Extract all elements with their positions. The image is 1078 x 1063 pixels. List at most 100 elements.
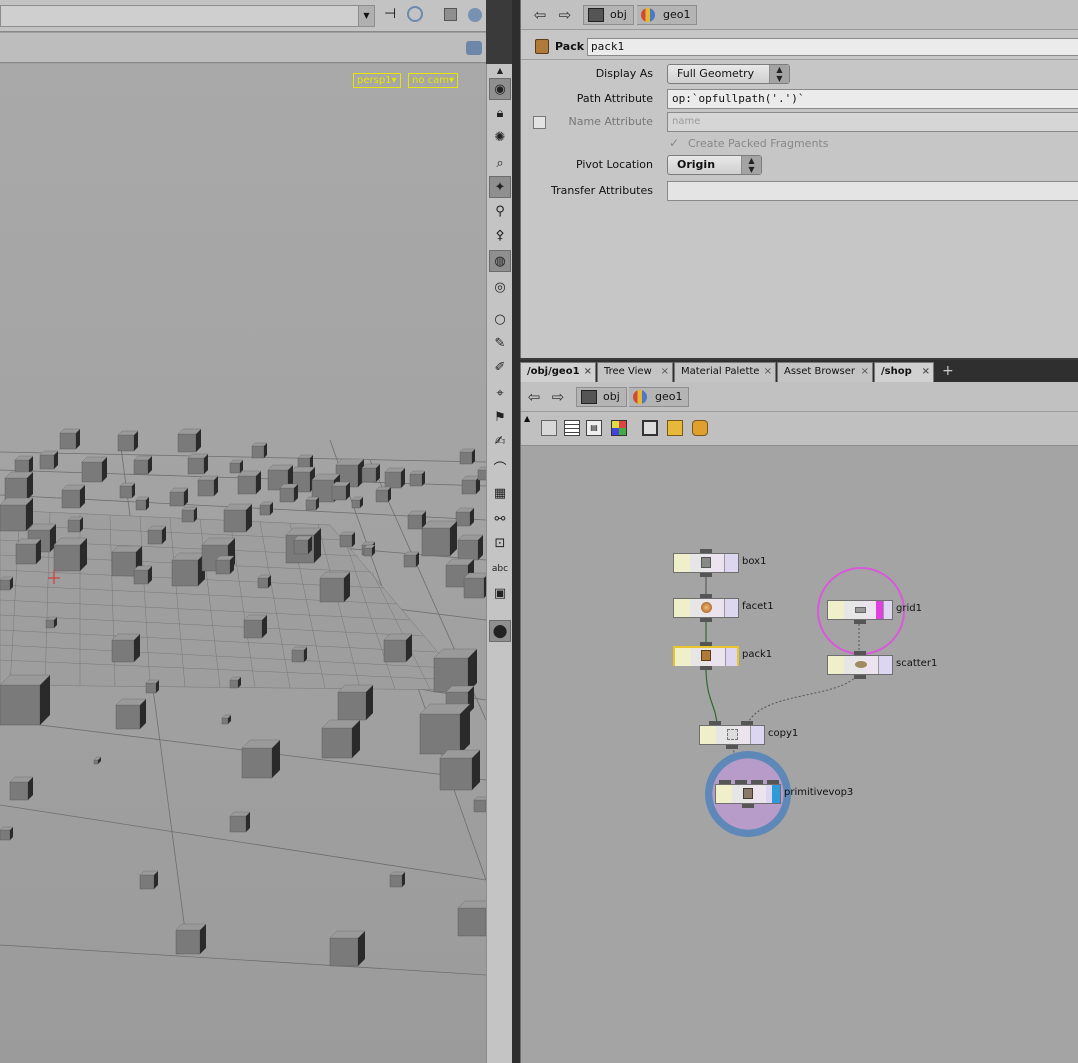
node-pack1[interactable]: pack1 <box>673 642 803 670</box>
output-connector[interactable] <box>854 675 866 679</box>
cube-front <box>439 757 473 791</box>
node-label: pack1 <box>742 649 773 660</box>
light-point-icon[interactable]: ⚲ <box>489 200 511 222</box>
scene-view-icon[interactable] <box>468 8 482 22</box>
cube-front <box>139 874 155 890</box>
chevron-down-icon[interactable]: ▼ <box>358 6 374 26</box>
brush-icon[interactable]: ✎ <box>489 332 511 354</box>
output-connector[interactable] <box>742 804 754 808</box>
cube-front <box>321 727 353 759</box>
tab-asset-browser[interactable]: Asset Browser × <box>777 362 873 382</box>
lock-icon[interactable]: 🔒︎ <box>489 102 511 124</box>
cube-front <box>45 619 55 629</box>
node-facet1[interactable]: facet1 <box>673 594 803 622</box>
cube-front <box>177 433 197 453</box>
text-abc-icon[interactable]: abc <box>489 558 511 580</box>
cube-front <box>409 473 423 487</box>
transfer-attributes-field[interactable] <box>667 181 1078 201</box>
name-attribute-label: Name Attribute <box>568 115 653 128</box>
image-icon[interactable]: ▣ <box>489 582 511 604</box>
curve-icon[interactable]: ⌒ <box>489 456 511 478</box>
cube-front <box>477 469 486 481</box>
close-icon[interactable]: × <box>661 363 669 381</box>
scatter-node-icon <box>855 661 867 668</box>
grid-snap-icon[interactable]: ▦ <box>489 482 511 504</box>
output-connector[interactable] <box>726 745 738 749</box>
pin-icon[interactable]: ⊣ <box>384 6 396 22</box>
display-menu[interactable]: no cam▾ <box>408 73 459 88</box>
cube-front <box>135 499 147 511</box>
pack-node-icon[interactable] <box>535 39 549 54</box>
collapse-arrow-icon[interactable]: ▲ <box>489 66 511 75</box>
pane-separator[interactable] <box>512 0 520 1063</box>
pivot-location-menu[interactable]: Origin ▲ ▼ <box>667 155 762 175</box>
measure-icon[interactable]: ⌖ <box>489 382 511 404</box>
node-scatter1[interactable]: scatter1 <box>827 651 957 679</box>
light-spot-icon[interactable]: ⚴ <box>489 224 511 246</box>
node-box1[interactable]: box1 <box>673 549 803 577</box>
point-icon[interactable]: ○ <box>489 308 511 330</box>
tab-material-palette[interactable]: Material Palette × <box>674 362 776 382</box>
light-bulb-icon[interactable]: ✦ <box>489 176 511 198</box>
breadcrumb-obj[interactable]: obj <box>583 5 634 25</box>
viewport-dropdown[interactable] <box>0 5 375 27</box>
tab-label: Material Palette <box>681 366 760 377</box>
node-copy1[interactable]: copy1 <box>699 721 819 749</box>
network-editor[interactable]: ⇦ ⇨ obj geo1 ▲ ▤ box1 facet1 pack1 grid1… <box>520 382 1078 1063</box>
breadcrumb-geo[interactable]: geo1 <box>637 5 698 25</box>
pipette-icon[interactable]: ✐ <box>489 356 511 378</box>
add-tab-button[interactable]: + <box>942 362 954 380</box>
tab-tree-view[interactable]: Tree View × <box>597 362 673 382</box>
flag-icon[interactable]: ⚑ <box>489 406 511 428</box>
name-attribute-toggle[interactable] <box>533 116 546 129</box>
node-name-field[interactable]: pack1 <box>587 38 1078 56</box>
breadcrumb-geo-label: geo1 <box>663 8 691 21</box>
node-grid1[interactable]: grid1 <box>827 600 957 624</box>
cube-front <box>337 691 367 721</box>
output-connector[interactable] <box>700 666 712 670</box>
lasso-icon[interactable]: ⊡ <box>489 532 511 554</box>
cube-front <box>421 527 451 557</box>
tab-obj-geo1[interactable]: /obj/geo1 × <box>520 362 596 382</box>
cube-front <box>81 461 103 483</box>
output-connector[interactable] <box>700 618 712 622</box>
scene-viewport[interactable]: ▼ ⊣ ? persp1▾ no cam▾ <box>0 0 486 1063</box>
cube-front <box>251 445 265 459</box>
display-options-icon[interactable] <box>466 41 482 55</box>
transfer-attributes-label: Transfer Attributes <box>550 184 653 197</box>
close-icon[interactable]: × <box>584 363 592 381</box>
location-pin-icon[interactable]: ⬤ <box>489 620 511 642</box>
cube-front <box>243 619 263 639</box>
cube-front <box>59 432 77 450</box>
checkmark-icon[interactable]: ✓ <box>669 137 682 150</box>
cube-icon[interactable] <box>444 8 457 21</box>
cube-front <box>383 639 407 663</box>
close-icon[interactable]: × <box>764 363 772 381</box>
cube-front <box>305 499 317 511</box>
magnet-icon[interactable]: ⚯ <box>489 508 511 530</box>
tab-shop[interactable]: /shop × <box>874 362 934 382</box>
snapshot-icon[interactable]: ✺ <box>489 126 511 148</box>
path-attribute-field[interactable]: op:`opfullpath('.')` <box>667 89 1078 109</box>
visibility-eye-icon[interactable]: ◎ <box>489 276 511 298</box>
forward-arrow-icon[interactable]: ⇨ <box>555 5 575 25</box>
cube-front <box>241 747 273 779</box>
output-connector[interactable] <box>854 620 866 624</box>
close-icon[interactable]: × <box>861 363 869 381</box>
output-connector[interactable] <box>700 573 712 577</box>
cube-front <box>9 781 29 801</box>
show-hide-icon[interactable]: ◉ <box>489 78 511 100</box>
node-label: primitivevop3 <box>784 787 854 798</box>
camera-menu[interactable]: persp1▾ <box>353 73 401 88</box>
close-icon[interactable]: × <box>922 363 930 381</box>
node-primitivevop3[interactable]: primitivevop3 <box>715 780 875 808</box>
back-arrow-icon[interactable]: ⇦ <box>530 5 550 25</box>
name-attribute-field[interactable]: name <box>667 112 1078 132</box>
breadcrumb-obj-label: obj <box>610 8 627 21</box>
target-icon[interactable] <box>407 6 423 22</box>
display-as-menu[interactable]: Full Geometry ▲ ▼ <box>667 64 790 84</box>
magnifier-icon[interactable]: ⌕ <box>489 152 511 174</box>
annotate-icon[interactable]: ✍ <box>489 430 511 452</box>
shading-icon[interactable]: ◍ <box>489 250 511 272</box>
cube-front <box>351 499 361 509</box>
